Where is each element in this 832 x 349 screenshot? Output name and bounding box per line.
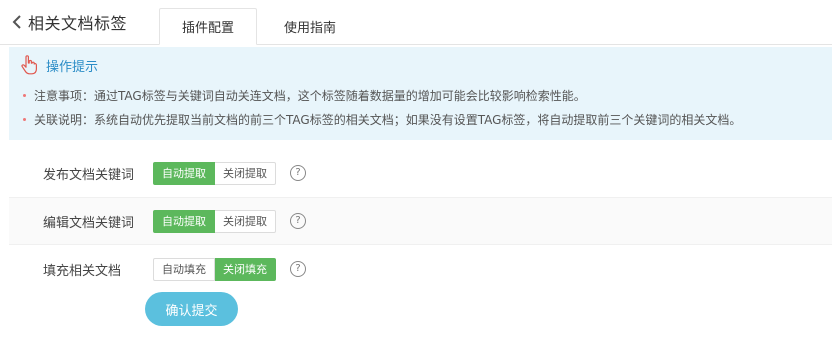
form-row-publish-keywords: 发布文档关键词 自动提取 关闭提取 ? [9, 149, 832, 197]
page-title: 相关文档标签 [28, 14, 128, 33]
tip-text: 关联说明：系统自动优先提取当前文档的前三个TAG标签的相关文档；如果没有设置TA… [34, 113, 742, 127]
toggle-option-auto-extract[interactable]: 自动提取 [153, 161, 215, 185]
field-label: 填充相关文档 [43, 263, 122, 279]
tip-line: 注意事项：通过TAG标签与关键词自动关连文档，这个标签随着数据量的增加可能会比较… [23, 87, 586, 104]
bullet-dot [23, 94, 26, 97]
toggle-option-close-extract[interactable]: 关闭提取 [215, 209, 276, 233]
toggle-group: 自动提取 关闭提取 [153, 209, 276, 233]
form-row-fill-related: 填充相关文档 自动填充 关闭填充 ? [9, 245, 832, 293]
back-button[interactable]: 相关文档标签 [8, 10, 127, 34]
tab-usage-guide[interactable]: 使用指南 [264, 8, 356, 44]
chevron-left-icon[interactable] [8, 13, 26, 31]
toggle-option-auto-extract[interactable]: 自动提取 [153, 209, 215, 233]
submit-button[interactable]: 确认提交 [145, 292, 238, 326]
tip-text: 注意事项：通过TAG标签与关键词自动关连文档，这个标签随着数据量的增加可能会比较… [34, 89, 586, 103]
toggle-option-auto-fill[interactable]: 自动填充 [153, 257, 215, 281]
bullet-dot [23, 118, 26, 121]
field-label: 发布文档关键词 [43, 167, 135, 183]
header-bar: 相关文档标签 插件配置 使用指南 [0, 0, 832, 45]
tips-header: 操作提示 [19, 55, 98, 75]
field-label: 编辑文档关键词 [43, 215, 135, 231]
pointer-hand-icon [19, 55, 39, 75]
toggle-option-close-fill[interactable]: 关闭填充 [215, 257, 276, 281]
help-circle-icon[interactable]: ? [290, 213, 306, 229]
toggle-option-close-extract[interactable]: 关闭提取 [215, 161, 276, 185]
toggle-group: 自动填充 关闭填充 [153, 257, 276, 281]
tip-line: 关联说明：系统自动优先提取当前文档的前三个TAG标签的相关文档；如果没有设置TA… [23, 111, 741, 128]
toggle-group: 自动提取 关闭提取 [153, 161, 276, 185]
operation-tips-box: 操作提示 注意事项：通过TAG标签与关键词自动关连文档，这个标签随着数据量的增加… [9, 47, 832, 140]
tips-heading: 操作提示 [46, 59, 99, 75]
form-row-edit-keywords: 编辑文档关键词 自动提取 关闭提取 ? [9, 197, 832, 245]
tab-plugin-config[interactable]: 插件配置 [159, 8, 257, 45]
help-circle-icon[interactable]: ? [290, 261, 306, 277]
help-circle-icon[interactable]: ? [290, 165, 306, 181]
